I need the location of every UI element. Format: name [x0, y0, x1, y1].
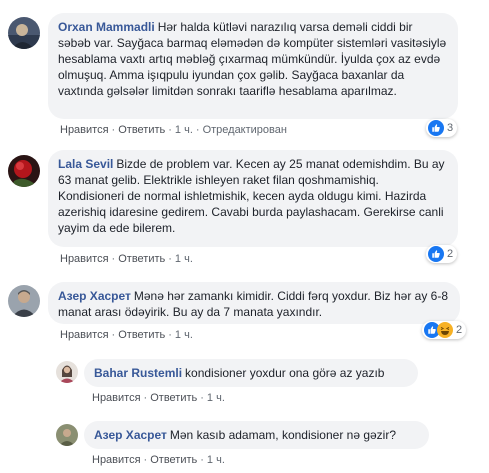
comment-author[interactable]: Orxan Mammadli — [58, 20, 155, 34]
comment-bubble: Orxan Mammadli Hər halda kütləvi narazılı… — [48, 13, 458, 119]
avatar[interactable] — [8, 155, 40, 187]
like-icon — [428, 120, 444, 136]
comment-author[interactable]: Азер Хасрет — [58, 289, 131, 303]
reply-bubble: Азер Хасрет Mən kasıb adamam, kondisioner… — [84, 421, 429, 449]
comment-actions: Нравится · Ответить · 1 ч. · Отредактирован — [60, 124, 287, 136]
reply-button[interactable]: Ответить — [118, 253, 165, 265]
comment-actions: Нравится · Ответить · 1 ч. — [60, 253, 193, 265]
avatar[interactable] — [8, 285, 40, 317]
reply-button[interactable]: Ответить — [150, 392, 197, 404]
timestamp[interactable]: 1 ч. — [175, 329, 193, 341]
reaction-number: 3 — [447, 122, 454, 134]
avatar-image — [8, 17, 40, 49]
like-button[interactable]: Нравится — [60, 253, 109, 265]
comment-text: Bizde de problem var. Kecen ay 25 manat … — [58, 157, 445, 235]
avatar-image — [56, 424, 78, 446]
reaction-number: 2 — [447, 248, 454, 260]
reply-text: Mən kasıb adamam, kondisioner nə gəzir? — [169, 428, 397, 442]
timestamp[interactable]: 1 ч. — [175, 124, 193, 136]
reaction-count[interactable]: 2 — [422, 321, 467, 339]
comment-actions: Нравится · Ответить · 1 ч. — [60, 329, 193, 341]
like-icon — [428, 246, 444, 262]
reaction-number: 2 — [456, 324, 463, 336]
reaction-count[interactable]: 3 — [426, 119, 458, 137]
reply-button[interactable]: Ответить — [118, 329, 165, 341]
reply-author[interactable]: Азер Хасрет — [94, 428, 167, 442]
reply-actions: Нравится · Ответить · 1 ч. — [92, 454, 225, 466]
comment-bubble: Lala Sevil Bizde de problem var. Kecen ay… — [48, 150, 458, 247]
avatar-image — [8, 285, 40, 317]
reply-button[interactable]: Ответить — [118, 124, 165, 136]
reply-text: kondisioner yoxdur ona görə az yazıb — [185, 366, 385, 380]
like-button[interactable]: Нравится — [92, 454, 141, 466]
like-button[interactable]: Нравится — [92, 392, 141, 404]
reaction-count[interactable]: 2 — [426, 245, 458, 263]
like-button[interactable]: Нравится — [60, 124, 109, 136]
comment-bubble: Азер Хасрет Mənə hər zamankı kimidir. Cid… — [48, 282, 460, 324]
avatar[interactable] — [56, 424, 78, 446]
avatar-image — [56, 361, 78, 383]
reply-bubble: Bahar Rustemli kondisioner yoxdur ona gör… — [84, 359, 418, 387]
avatar[interactable] — [8, 17, 40, 49]
comment-author[interactable]: Lala Sevil — [58, 157, 113, 171]
timestamp[interactable]: 1 ч. — [175, 253, 193, 265]
reply-author[interactable]: Bahar Rustemli — [94, 366, 182, 380]
reply-button[interactable]: Ответить — [150, 454, 197, 466]
avatar-image — [8, 155, 40, 187]
haha-icon — [437, 322, 453, 338]
timestamp[interactable]: 1 ч. — [207, 392, 225, 404]
edited-label[interactable]: Отредактирован — [203, 124, 287, 136]
avatar[interactable] — [56, 361, 78, 383]
timestamp[interactable]: 1 ч. — [207, 454, 225, 466]
reply-actions: Нравится · Ответить · 1 ч. — [92, 392, 225, 404]
like-button[interactable]: Нравится — [60, 329, 109, 341]
